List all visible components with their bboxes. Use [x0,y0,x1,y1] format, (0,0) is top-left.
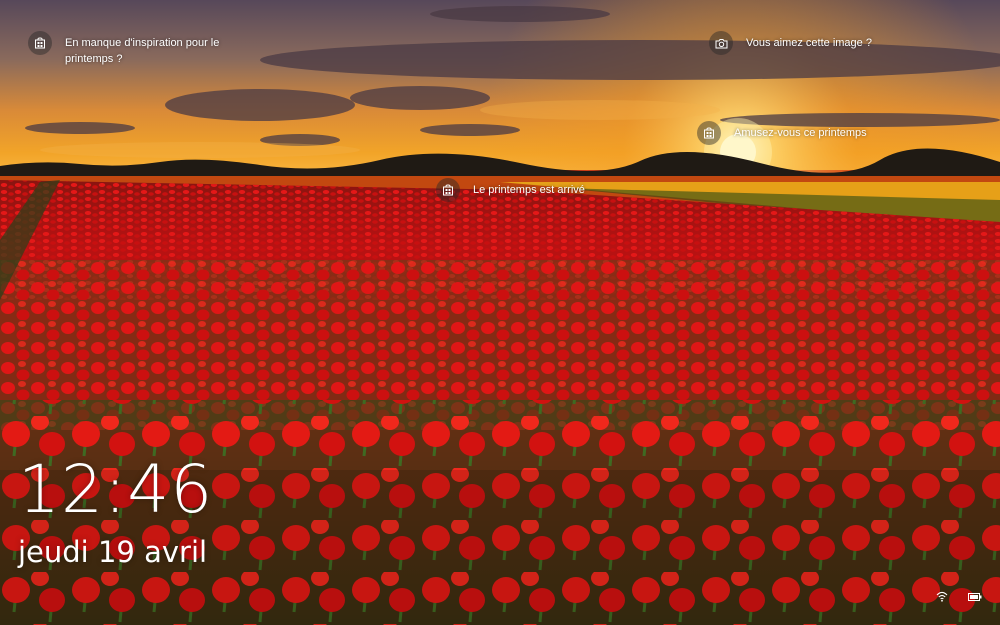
hotspot-spring-arrived-text: Le printemps est arrivé [473,184,585,196]
hotspot-like-image-text: Vous aimez cette image ? [746,37,872,49]
hotspot-spring-fun-text: Amusez-vous ce printemps [734,127,867,139]
hotspot-inspiration[interactable]: En manque d'inspiration pour le printemp… [28,31,255,67]
lockscreen-status-icons [936,589,982,607]
hotspot-spring-arrived[interactable]: Le printemps est arrivé [436,178,585,202]
hotspot-inspiration-text: En manque d'inspiration pour le printemp… [65,37,220,65]
store-icon [28,31,52,55]
battery-icon[interactable] [968,589,982,607]
lockscreen-time: 12:46 [18,451,214,528]
lock-screen: En manque d'inspiration pour le printemp… [0,0,1000,625]
lockscreen-date: jeudi 19 avril [18,535,208,569]
store-icon [436,178,460,202]
store-icon [697,121,721,145]
hotspot-spring-fun[interactable]: Amusez-vous ce printemps [697,121,867,145]
camera-icon [709,31,733,55]
wifi-icon[interactable] [936,589,948,607]
hotspot-like-image[interactable]: Vous aimez cette image ? [709,31,872,55]
